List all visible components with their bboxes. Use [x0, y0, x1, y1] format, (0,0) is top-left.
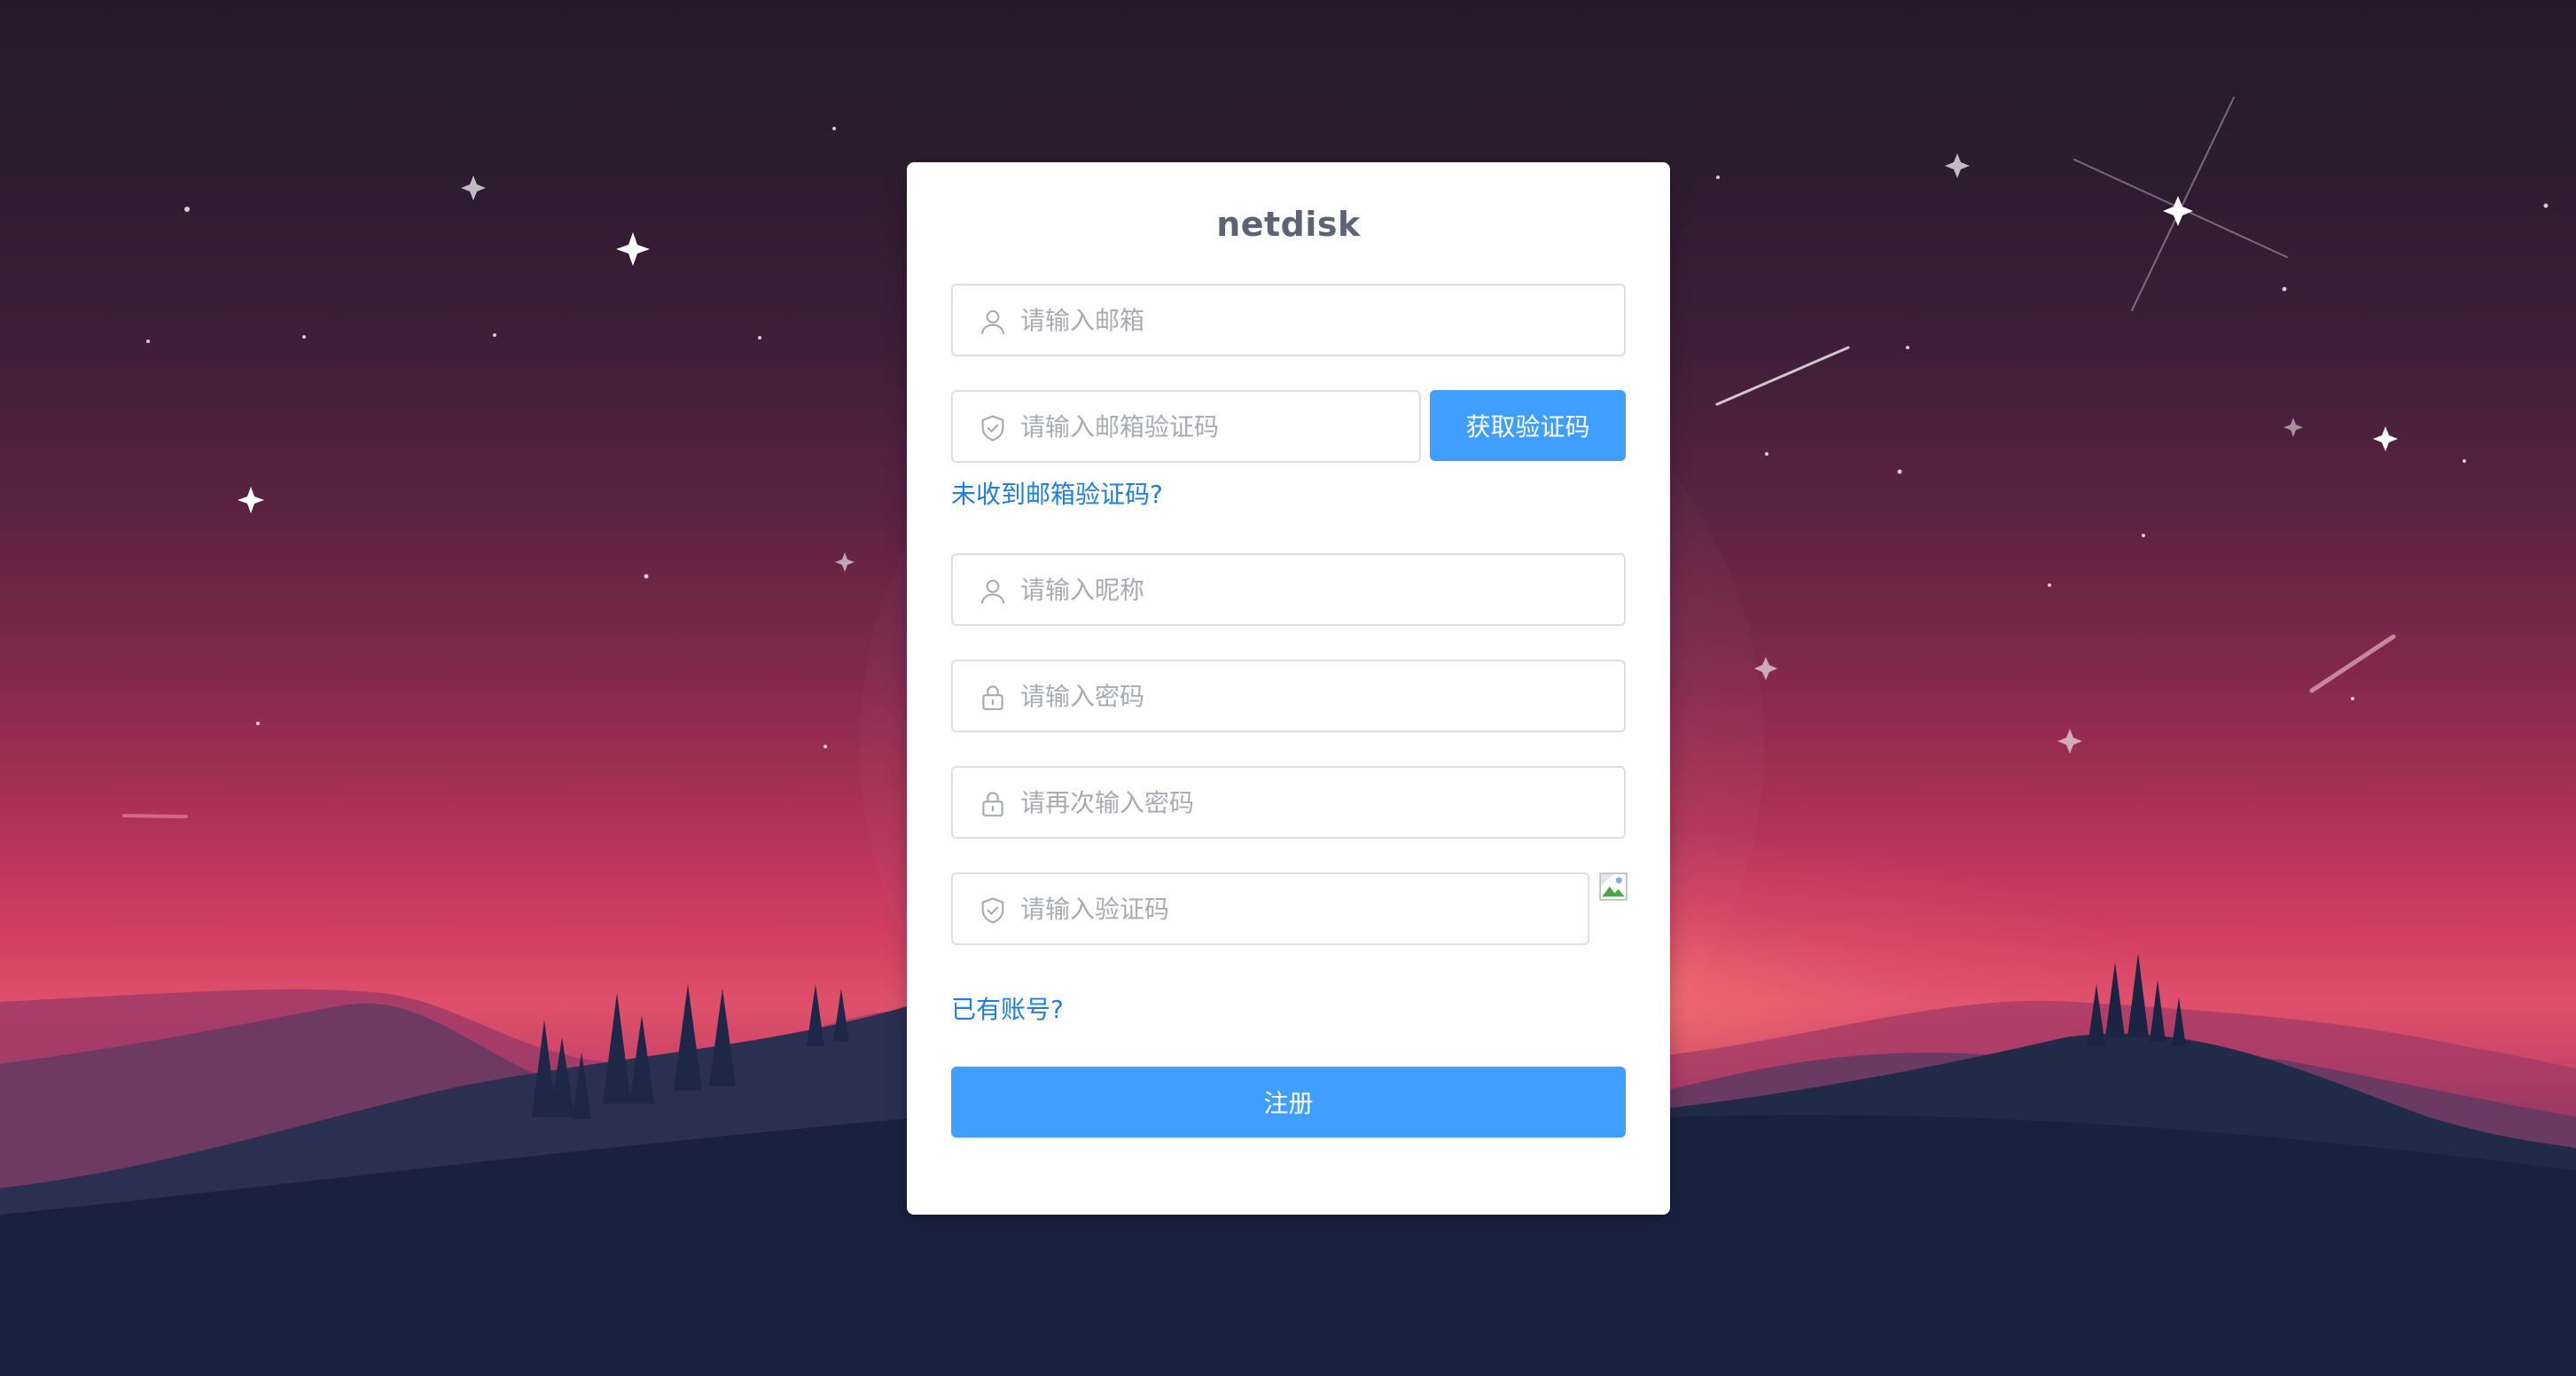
register-button[interactable]: 注册 — [951, 1067, 1626, 1138]
email-field-wrapper — [951, 284, 1626, 356]
captcha-image-broken-icon[interactable] — [1598, 872, 1628, 902]
password-field-wrapper — [951, 660, 1626, 732]
confirm-password-field-wrapper — [951, 766, 1626, 839]
have-account-link[interactable]: 已有账号? — [951, 990, 1064, 1026]
register-card: netdisk 获取验证码 未收到邮箱验证码? — [907, 162, 1670, 1215]
lock-icon — [982, 685, 1003, 710]
password-input[interactable] — [1020, 661, 1606, 731]
user-icon — [980, 309, 1005, 334]
email-input[interactable] — [1020, 285, 1606, 355]
user-icon — [980, 579, 1005, 604]
shield-check-icon — [981, 415, 1004, 442]
app-title: netdisk — [1216, 205, 1361, 244]
email-code-input[interactable] — [1020, 392, 1401, 461]
confirm-password-input[interactable] — [1020, 768, 1606, 837]
no-email-code-link[interactable]: 未收到邮箱验证码? — [951, 475, 1163, 511]
get-code-button[interactable]: 获取验证码 — [1430, 390, 1626, 461]
captcha-field-wrapper — [951, 872, 1589, 945]
background-scene: netdisk 获取验证码 未收到邮箱验证码? — [0, 0, 2576, 1376]
lock-icon — [982, 792, 1003, 817]
shield-check-icon — [981, 897, 1004, 924]
captcha-input[interactable] — [1020, 874, 1570, 943]
nickname-input[interactable] — [1020, 555, 1606, 624]
email-code-field-wrapper — [951, 390, 1421, 463]
nickname-field-wrapper — [951, 553, 1626, 626]
